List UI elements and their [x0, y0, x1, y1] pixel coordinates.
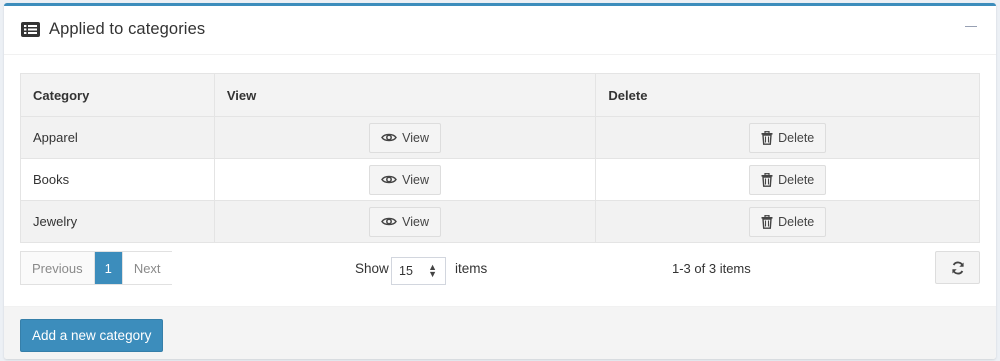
collapse-button[interactable] [965, 15, 979, 35]
previous-page-button[interactable]: Previous [21, 252, 95, 284]
categories-table: Category View Delete Apparel View Delete [20, 73, 980, 243]
table-header-row: Category View Delete [20, 73, 980, 117]
eye-icon [381, 133, 398, 142]
category-cell: Apparel [20, 116, 215, 159]
select-arrows-icon: ▲ ▼ [428, 262, 437, 279]
show-label: Show [355, 261, 389, 276]
pagination: Previous 1 Next [20, 251, 172, 285]
view-cell: View [213, 158, 597, 201]
view-cell: View [213, 200, 597, 243]
delete-button[interactable]: Delete [749, 164, 827, 195]
column-header-delete[interactable]: Delete [595, 73, 980, 117]
page-size-select[interactable]: 15 ▲ ▼ [391, 257, 446, 285]
delete-button-label: Delete [778, 214, 815, 229]
view-button-label: View [402, 130, 430, 145]
table-row: Jewelry View Delete [20, 200, 980, 243]
refresh-button[interactable] [935, 251, 980, 284]
view-button-label: View [402, 214, 430, 229]
delete-cell: Delete [595, 116, 980, 159]
table-row: Books View Delete [20, 158, 980, 201]
card-footer: Add a new category [4, 306, 996, 359]
list-alt-icon [21, 22, 40, 37]
page-1-button[interactable]: 1 [94, 252, 123, 284]
range-info: 1-3 of 3 items [672, 261, 751, 276]
card-title: Applied to categories [49, 20, 206, 38]
items-label: items [455, 261, 488, 276]
refresh-icon [952, 261, 964, 275]
delete-cell: Delete [595, 158, 980, 201]
column-header-view[interactable]: View [213, 73, 597, 117]
add-new-category-button[interactable]: Add a new category [20, 319, 164, 352]
next-page-button[interactable]: Next [122, 252, 172, 284]
delete-button[interactable]: Delete [749, 206, 827, 237]
delete-button-label: Delete [778, 172, 815, 187]
view-button-label: View [402, 172, 430, 187]
table-row: Apparel View Delete [20, 116, 980, 159]
view-cell: View [213, 116, 597, 159]
category-cell: Books [20, 158, 215, 201]
view-button[interactable]: View [369, 122, 442, 153]
trash-icon [761, 214, 773, 229]
delete-button-label: Delete [778, 130, 815, 145]
category-cell: Jewelry [20, 200, 215, 243]
eye-icon [381, 217, 398, 226]
eye-icon [381, 175, 398, 184]
delete-button[interactable]: Delete [749, 122, 827, 153]
view-button[interactable]: View [369, 206, 442, 237]
card-header: Applied to categories [4, 6, 996, 55]
trash-icon [761, 172, 773, 187]
trash-icon [761, 130, 773, 145]
page-size-value: 15 [399, 264, 413, 278]
applied-categories-card: Applied to categories Category View Dele… [4, 3, 996, 359]
column-header-category[interactable]: Category [20, 73, 215, 117]
delete-cell: Delete [595, 200, 980, 243]
view-button[interactable]: View [369, 164, 442, 195]
